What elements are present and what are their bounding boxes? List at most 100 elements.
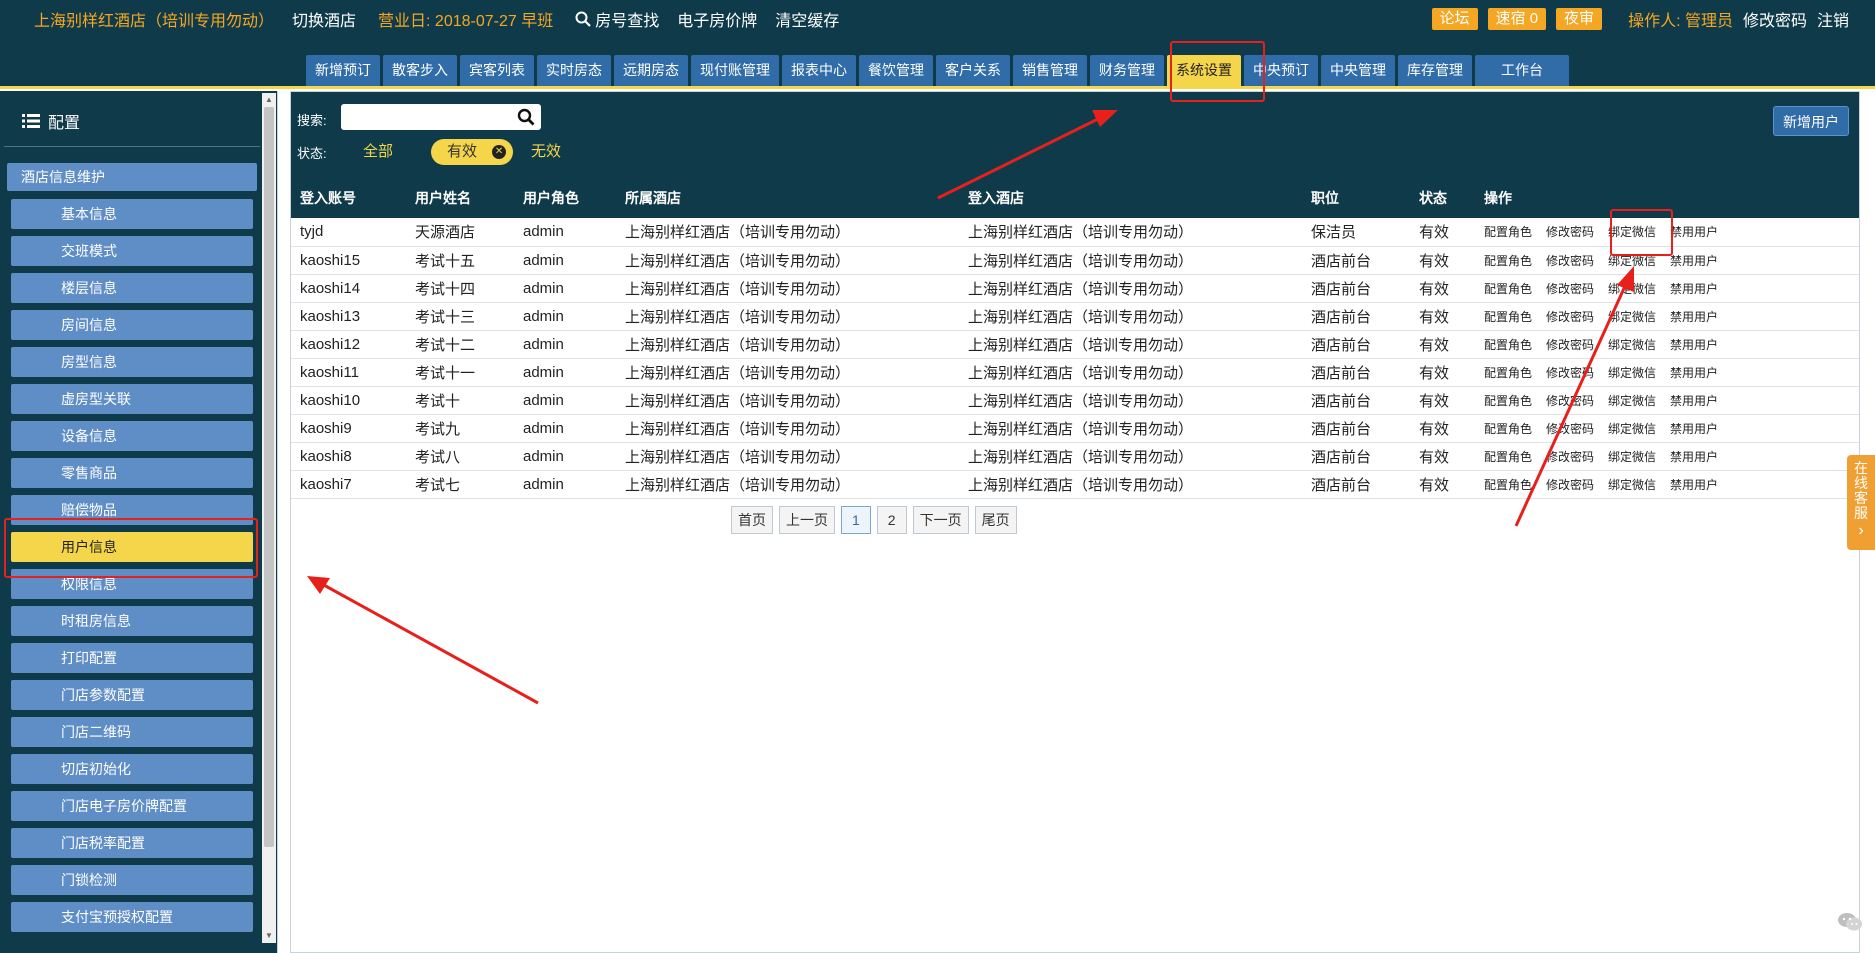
sidebar-item-retail-goods[interactable]: 零售商品 [11, 458, 253, 488]
bind-wechat-link[interactable]: 绑定微信 [1608, 225, 1656, 239]
configure-role-link[interactable]: 配置角色 [1484, 422, 1532, 436]
change-password-link[interactable]: 修改密码 [1546, 282, 1594, 296]
bind-wechat-link[interactable]: 绑定微信 [1608, 478, 1656, 492]
tab-dining[interactable]: 餐饮管理 [859, 55, 933, 86]
disable-user-link[interactable]: 禁用用户 [1670, 282, 1718, 296]
sidebar-item-basic-info[interactable]: 基本信息 [11, 199, 253, 229]
table-row[interactable]: kaoshi14 考试十四 admin 上海别样红酒店（培训专用勿动） 上海别样红酒店（… [291, 274, 1859, 303]
bind-wechat-link[interactable]: 绑定微信 [1608, 282, 1656, 296]
disable-user-link[interactable]: 禁用用户 [1670, 338, 1718, 352]
sidebar-item-store-init[interactable]: 切店初始化 [11, 754, 253, 784]
tab-central-management[interactable]: 中央管理 [1321, 55, 1395, 86]
configure-role-link[interactable]: 配置角色 [1484, 366, 1532, 380]
room-search-link[interactable]: 房号查找 [575, 7, 659, 31]
change-password-link[interactable]: 修改密码 [1743, 7, 1807, 31]
e-price-board-link[interactable]: 电子房价牌 [677, 7, 757, 31]
add-user-button[interactable]: 新增用户 [1773, 106, 1849, 136]
pager-page-1[interactable]: 1 [841, 506, 871, 534]
tab-cash-accounts[interactable]: 现付账管理 [691, 55, 779, 86]
tab-realtime-rooms[interactable]: 实时房态 [537, 55, 611, 86]
sidebar-scrollbar[interactable]: ▲ ▼ [262, 93, 276, 943]
change-password-link[interactable]: 修改密码 [1546, 225, 1594, 239]
scroll-down-arrow-icon[interactable]: ▼ [264, 931, 274, 941]
change-password-link[interactable]: 修改密码 [1546, 338, 1594, 352]
pager-next-button[interactable]: 下一页 [912, 506, 969, 534]
night-audit-button[interactable]: 夜审 [1556, 8, 1603, 30]
sidebar-item-device-info[interactable]: 设备信息 [11, 421, 253, 451]
sidebar-item-lock-check[interactable]: 门锁检测 [11, 865, 253, 895]
disable-user-link[interactable]: 禁用用户 [1670, 450, 1718, 464]
table-row[interactable]: kaoshi9 考试九 admin 上海别样红酒店（培训专用勿动） 上海别样红酒店（培训… [291, 414, 1859, 443]
switch-hotel-link[interactable]: 切换酒店 [292, 7, 356, 31]
table-row[interactable]: kaoshi7 考试七 admin 上海别样红酒店（培训专用勿动） 上海别样红酒店（培训… [291, 470, 1859, 499]
close-icon[interactable]: ✕ [492, 145, 507, 159]
bind-wechat-link[interactable]: 绑定微信 [1608, 310, 1656, 324]
configure-role-link[interactable]: 配置角色 [1484, 254, 1532, 268]
clear-cache-link[interactable]: 清空缓存 [775, 7, 839, 31]
configure-role-link[interactable]: 配置角色 [1484, 310, 1532, 324]
disable-user-link[interactable]: 禁用用户 [1670, 254, 1718, 268]
sidebar-item-room-info[interactable]: 房间信息 [11, 310, 253, 340]
sidebar-item-alipay-preauth[interactable]: 支付宝预授权配置 [11, 902, 253, 932]
tab-finance[interactable]: 财务管理 [1090, 55, 1164, 86]
hotel-name[interactable]: 上海别样红酒店（培训专用勿动） [34, 7, 274, 31]
tab-inventory[interactable]: 库存管理 [1398, 55, 1472, 86]
table-row[interactable]: kaoshi8 考试八 admin 上海别样红酒店（培训专用勿动） 上海别样红酒店（培训… [291, 442, 1859, 471]
change-password-link[interactable]: 修改密码 [1546, 366, 1594, 380]
sidebar-item-floor-info[interactable]: 楼层信息 [11, 273, 253, 303]
disable-user-link[interactable]: 禁用用户 [1670, 394, 1718, 408]
tab-system-settings[interactable]: 系统设置 [1167, 55, 1241, 86]
forum-button[interactable]: 论坛 [1431, 8, 1478, 30]
sidebar-item-store-qrcode[interactable]: 门店二维码 [11, 717, 253, 747]
sidebar-item-virtual-room-type[interactable]: 虚房型关联 [11, 384, 253, 414]
sidebar-item-shift-mode[interactable]: 交班模式 [11, 236, 253, 266]
sidebar-item-compensation-items[interactable]: 赔偿物品 [11, 495, 253, 525]
tab-crm[interactable]: 客户关系 [936, 55, 1010, 86]
table-row[interactable]: kaoshi15 考试十五 admin 上海别样红酒店（培训专用勿动） 上海别样红酒店（… [291, 246, 1859, 275]
configure-role-link[interactable]: 配置角色 [1484, 225, 1532, 239]
sidebar-item-hourly-room[interactable]: 时租房信息 [11, 606, 253, 636]
table-row[interactable]: kaoshi11 考试十一 admin 上海别样红酒店（培训专用勿动） 上海别样红酒店（… [291, 358, 1859, 387]
pager-last-button[interactable]: 尾页 [974, 506, 1017, 534]
sidebar-section-hotel-info[interactable]: 酒店信息维护 [7, 163, 257, 191]
configure-role-link[interactable]: 配置角色 [1484, 478, 1532, 492]
status-filter-all[interactable]: 全部 [363, 139, 393, 165]
configure-role-link[interactable]: 配置角色 [1484, 394, 1532, 408]
change-password-link[interactable]: 修改密码 [1546, 394, 1594, 408]
sidebar-item-user-info[interactable]: 用户信息 [11, 532, 253, 562]
bind-wechat-link[interactable]: 绑定微信 [1608, 394, 1656, 408]
change-password-link[interactable]: 修改密码 [1546, 478, 1594, 492]
disable-user-link[interactable]: 禁用用户 [1670, 310, 1718, 324]
tab-future-rooms[interactable]: 远期房态 [614, 55, 688, 86]
scroll-up-arrow-icon[interactable]: ▲ [264, 95, 274, 105]
search-input[interactable] [341, 104, 511, 130]
configure-role-link[interactable]: 配置角色 [1484, 450, 1532, 464]
sidebar-item-print-config[interactable]: 打印配置 [11, 643, 253, 673]
configure-role-link[interactable]: 配置角色 [1484, 338, 1532, 352]
table-row[interactable]: kaoshi12 考试十二 admin 上海别样红酒店（培训专用勿动） 上海别样红酒店（… [291, 330, 1859, 359]
tab-new-booking[interactable]: 新增预订 [306, 55, 380, 86]
change-password-link[interactable]: 修改密码 [1546, 450, 1594, 464]
sidebar-item-store-params[interactable]: 门店参数配置 [11, 680, 253, 710]
disable-user-link[interactable]: 禁用用户 [1670, 478, 1718, 492]
bind-wechat-link[interactable]: 绑定微信 [1608, 338, 1656, 352]
configure-role-link[interactable]: 配置角色 [1484, 282, 1532, 296]
sidebar-item-tax-config[interactable]: 门店税率配置 [11, 828, 253, 858]
bind-wechat-link[interactable]: 绑定微信 [1608, 366, 1656, 380]
bind-wechat-link[interactable]: 绑定微信 [1608, 254, 1656, 268]
tab-walk-in[interactable]: 散客步入 [383, 55, 457, 86]
sidebar-item-e-price-board-config[interactable]: 门店电子房价牌配置 [11, 791, 253, 821]
disable-user-link[interactable]: 禁用用户 [1670, 366, 1718, 380]
bind-wechat-link[interactable]: 绑定微信 [1608, 422, 1656, 436]
table-row[interactable]: kaoshi10 考试十 admin 上海别样红酒店（培训专用勿动） 上海别样红酒店（培… [291, 386, 1859, 415]
change-password-link[interactable]: 修改密码 [1546, 422, 1594, 436]
search-icon[interactable] [517, 108, 535, 126]
sidebar-item-permission-info[interactable]: 权限信息 [11, 569, 253, 599]
bind-wechat-link[interactable]: 绑定微信 [1608, 450, 1656, 464]
tab-guest-list[interactable]: 宾客列表 [460, 55, 534, 86]
tab-reports[interactable]: 报表中心 [782, 55, 856, 86]
tab-sales[interactable]: 销售管理 [1013, 55, 1087, 86]
scrollbar-thumb[interactable] [264, 107, 274, 847]
pager-first-button[interactable]: 首页 [731, 506, 773, 534]
online-service-tab[interactable]: 在线客服 › [1847, 455, 1875, 550]
